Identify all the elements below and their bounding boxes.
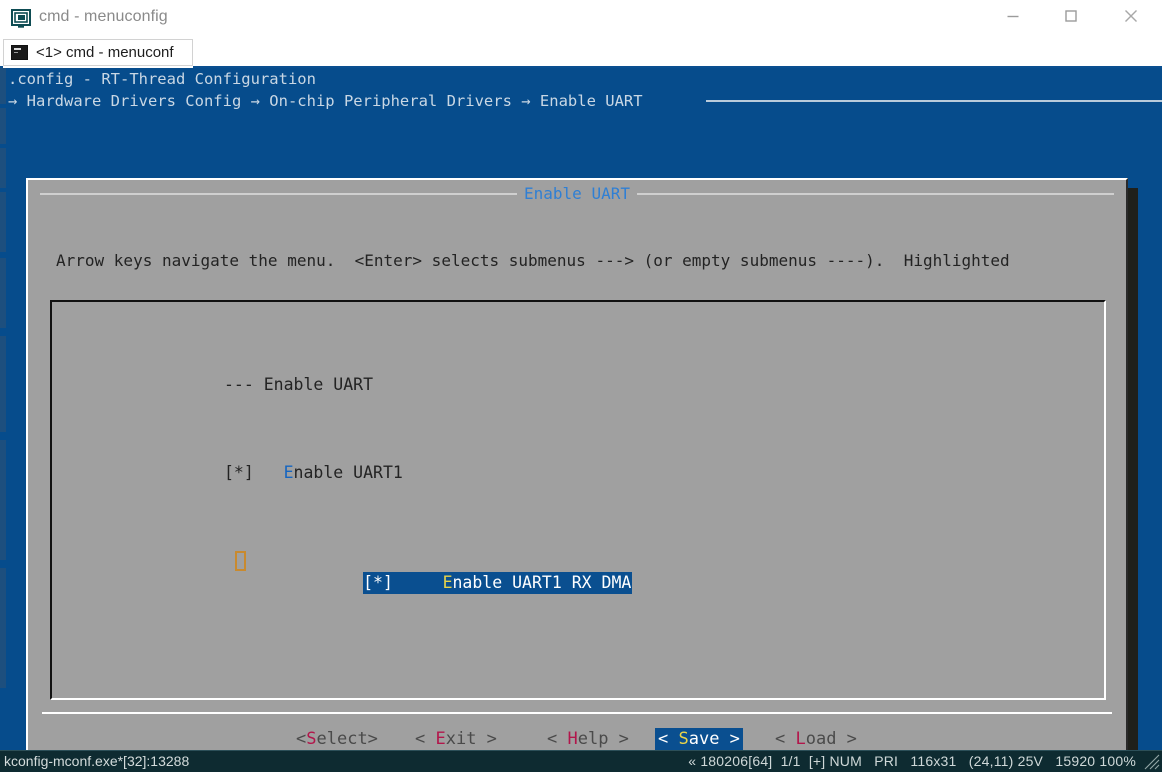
scrollbar-artifact <box>0 258 6 328</box>
save-button-hotkey: S <box>678 729 688 749</box>
exit-button[interactable]: < Exit > <box>415 728 497 750</box>
menu-item-separator-prefix: --- <box>224 375 264 394</box>
title-bar: cmd - menuconfig <box>0 0 1162 38</box>
menu-item-enable-uart1[interactable]: [*] Enable UART1 <box>224 462 632 484</box>
load-button-post: oad > <box>806 729 857 749</box>
menu-item-label: nable UART1 <box>294 463 403 482</box>
menu-list-box[interactable]: --- Enable UART [*] Enable UART1 [*] Ena… <box>50 300 1106 700</box>
menu-item-label: nable UART1 RX DMA <box>453 573 632 592</box>
text-cursor-box <box>235 551 246 571</box>
status-bar: kconfig-mconf.exe*[32]:13288 « 180206[64… <box>0 750 1162 772</box>
status-metrics: « 180206[64] 1/1 [+] NUM PRI 116x31 (24,… <box>688 753 1136 769</box>
load-button[interactable]: < Load > <box>775 728 857 750</box>
dialog-title-rule-left <box>40 193 524 195</box>
scrollbar-artifact <box>0 336 6 432</box>
tab-label: <1> cmd - menuconf <box>36 44 174 61</box>
select-button-pre: < <box>296 729 306 749</box>
menu-item-enable-uart1-rx-dma[interactable]: [*] Enable UART1 RX DMA <box>363 572 632 594</box>
menu-item-hotkey: E <box>443 573 453 592</box>
close-button[interactable] <box>1108 0 1154 31</box>
minimize-button[interactable] <box>990 0 1036 31</box>
console-tab-icon <box>11 45 28 60</box>
breadcrumb: → Hardware Drivers Config → On-chip Peri… <box>8 92 643 110</box>
dialog-inner: Enable UART Arrow keys navigate the menu… <box>30 182 1124 750</box>
scrollbar-artifact <box>0 68 6 104</box>
menu-item-hotkey: E <box>284 463 294 482</box>
scrollbar-artifact <box>0 108 6 144</box>
menu-item-separator: --- Enable UART <box>224 374 632 396</box>
menu-item-enable-uart1-rx-dma-wrapper: [*] Enable UART1 RX DMA <box>224 550 632 572</box>
menu-item-checkbox[interactable]: [*] <box>224 463 284 482</box>
load-button-pre: < <box>775 729 795 749</box>
dialog-divider <box>42 712 1112 714</box>
select-button[interactable]: <Select> <box>296 728 378 750</box>
exit-button-pre: < <box>415 729 435 749</box>
menu-item-checkbox[interactable]: [*] <box>363 573 442 592</box>
scrollbar-artifact <box>0 148 6 188</box>
exit-button-post: xit > <box>446 729 497 749</box>
application-window: cmd - menuconfig <1> cmd - menuconf <box>0 0 1162 772</box>
tab-strip: <1> cmd - menuconf <box>0 37 1162 68</box>
resize-grip-icon[interactable] <box>1143 753 1161 771</box>
console-surface[interactable]: .config - RT-Thread Configuration → Hard… <box>0 68 1162 750</box>
menu-item-separator-label: Enable UART <box>264 375 373 394</box>
menu-item-list: --- Enable UART [*] Enable UART1 [*] Ena… <box>224 308 632 638</box>
enable-uart-dialog: Enable UART Arrow keys navigate the menu… <box>26 178 1128 750</box>
maximize-button[interactable] <box>1048 0 1094 31</box>
breadcrumb-rule <box>706 100 1162 102</box>
config-header-line: .config - RT-Thread Configuration <box>8 70 316 88</box>
dialog-title-row: Enable UART <box>30 184 1124 204</box>
scrollbar-artifact <box>0 192 6 252</box>
select-button-hotkey: S <box>306 729 316 749</box>
save-button-pre: < <box>658 729 678 749</box>
help-line-1: Arrow keys navigate the menu. <Enter> se… <box>56 250 1108 272</box>
scrollbar-artifact <box>0 440 6 560</box>
load-button-hotkey: L <box>795 729 805 749</box>
save-button[interactable]: < Save > <box>655 728 743 750</box>
status-process-info: kconfig-mconf.exe*[32]:13288 <box>4 753 189 769</box>
dialog-title-rule-right <box>630 193 1114 195</box>
help-button-pre: < <box>547 729 567 749</box>
help-button[interactable]: < Help > <box>547 728 629 750</box>
dialog-button-row: <Select> < Exit > < Help > < Save > < Lo… <box>30 728 1124 750</box>
window-title: cmd - menuconfig <box>39 8 168 26</box>
scrollbar-artifact <box>0 568 6 688</box>
help-button-hotkey: H <box>567 729 577 749</box>
help-button-post: elp > <box>578 729 629 749</box>
dialog-title: Enable UART <box>517 184 637 203</box>
save-button-post: ave > <box>689 729 740 749</box>
console-window-icon <box>11 9 31 29</box>
exit-button-hotkey: E <box>435 729 445 749</box>
tab-cmd-menuconf[interactable]: <1> cmd - menuconf <box>3 39 193 66</box>
select-button-post: elect> <box>317 729 378 749</box>
